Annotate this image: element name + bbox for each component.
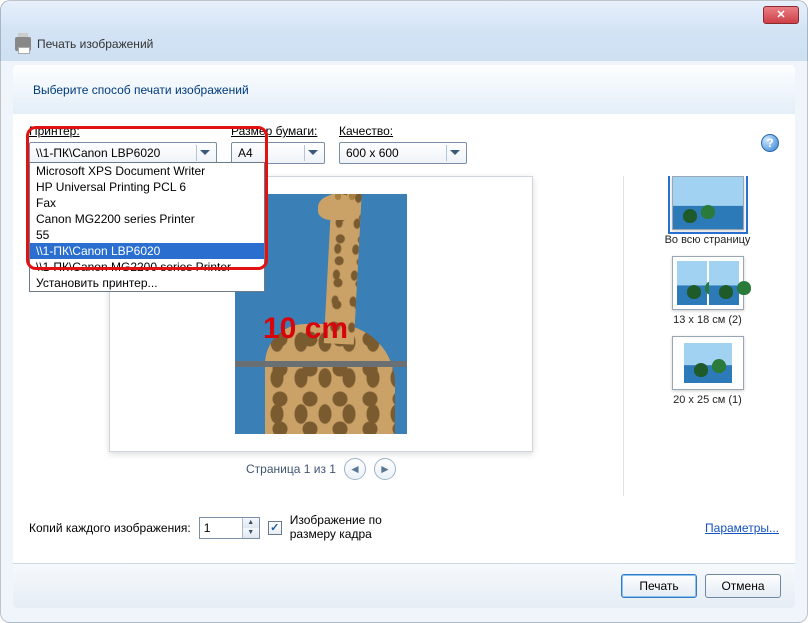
- printer-option[interactable]: \\1-ПК\Canon MG2200 series Printer: [30, 259, 264, 275]
- print-pictures-dialog: Печать изображений Выберите способ печат…: [0, 0, 808, 623]
- chevron-down-icon: [304, 145, 320, 161]
- fit-frame-label: Изображение по размеру кадра: [290, 514, 420, 542]
- printer-option[interactable]: Установить принтер...: [30, 275, 264, 291]
- next-page-button[interactable]: ►: [374, 458, 396, 480]
- layout-label: 13 x 18 см (2): [673, 314, 742, 326]
- layout-option[interactable]: Во всю страницу: [665, 176, 751, 246]
- quality-label: Качество:: [339, 124, 467, 138]
- dimension-horizontal: 10 cm: [263, 312, 348, 346]
- printer-option[interactable]: Microsoft XPS Document Writer: [30, 163, 264, 179]
- body-panel: Принтер: \\1-ПК\Canon LBP6020 Microsoft …: [13, 114, 795, 602]
- paper-selected: A4: [238, 146, 253, 160]
- copies-input[interactable]: [200, 518, 242, 538]
- copies-spinner[interactable]: ▲ ▼: [199, 517, 260, 539]
- printer-option[interactable]: \\1-ПК\Canon LBP6020: [30, 243, 264, 259]
- printer-group: Принтер: \\1-ПК\Canon LBP6020 Microsoft …: [29, 124, 217, 164]
- top-controls: Принтер: \\1-ПК\Canon LBP6020 Microsoft …: [29, 124, 779, 164]
- printer-option[interactable]: Fax: [30, 195, 264, 211]
- printer-label: Принтер:: [29, 124, 217, 138]
- paper-label: Размер бумаги:: [231, 124, 325, 138]
- layout-option[interactable]: 13 x 18 см (2): [672, 256, 744, 326]
- layout-thumb: [672, 336, 744, 390]
- printer-option[interactable]: HP Universal Printing PCL 6: [30, 179, 264, 195]
- prev-page-button[interactable]: ◄: [344, 458, 366, 480]
- layout-label: Во всю страницу: [665, 234, 751, 246]
- chevron-down-icon: [196, 145, 212, 161]
- arrow-horizontal-icon: [235, 352, 407, 376]
- options-row: Копий каждого изображения: ▲ ▼ ✓ Изображ…: [29, 514, 779, 542]
- instruction-banner: Выберите способ печати изображений: [13, 65, 795, 114]
- titlebar: [1, 1, 807, 29]
- spin-up-icon[interactable]: ▲: [243, 518, 259, 528]
- pager-text: Страница 1 из 1: [246, 462, 336, 476]
- quality-selected: 600 x 600: [346, 146, 399, 160]
- printer-icon: [15, 37, 31, 51]
- spinner-buttons[interactable]: ▲ ▼: [242, 518, 259, 538]
- pager: Страница 1 из 1 ◄ ►: [246, 458, 396, 480]
- printer-selected: \\1-ПК\Canon LBP6020: [36, 146, 160, 160]
- fit-frame-checkbox[interactable]: ✓: [268, 521, 282, 535]
- printer-option[interactable]: Canon MG2200 series Printer: [30, 211, 264, 227]
- paper-group: Размер бумаги: A4: [231, 124, 325, 164]
- spin-down-icon[interactable]: ▼: [243, 528, 259, 538]
- dialog-title: Печать изображений: [37, 37, 153, 51]
- quality-group: Качество: 600 x 600: [339, 124, 467, 164]
- layout-thumb: [672, 176, 744, 230]
- instruction-heading: Выберите способ печати изображений: [33, 83, 249, 97]
- parameters-link[interactable]: Параметры...: [705, 521, 779, 535]
- layout-thumb: [672, 256, 744, 310]
- help-glyph: ?: [766, 136, 773, 150]
- copies-label: Копий каждого изображения:: [29, 521, 191, 535]
- chevron-down-icon: [446, 145, 462, 161]
- action-bar: Печать Отмена: [13, 563, 795, 608]
- help-icon[interactable]: ?: [761, 134, 779, 152]
- layout-label: 20 x 25 см (1): [673, 394, 742, 406]
- cancel-button[interactable]: Отмена: [705, 574, 781, 598]
- dialog-caption: Печать изображений: [1, 29, 807, 59]
- layout-list[interactable]: Во всю страницу 13 x 18 см (2) 20 x 25 см …: [623, 176, 779, 496]
- layout-option[interactable]: 20 x 25 см (1): [672, 336, 744, 406]
- paper-dropdown[interactable]: A4: [231, 142, 325, 164]
- printer-dropdown-list: Microsoft XPS Document WriterHP Universa…: [29, 162, 265, 292]
- quality-dropdown[interactable]: 600 x 600: [339, 142, 467, 164]
- printer-dropdown[interactable]: \\1-ПК\Canon LBP6020: [29, 142, 217, 164]
- print-button[interactable]: Печать: [621, 574, 697, 598]
- close-button[interactable]: [763, 6, 799, 24]
- printer-option[interactable]: 55: [30, 227, 264, 243]
